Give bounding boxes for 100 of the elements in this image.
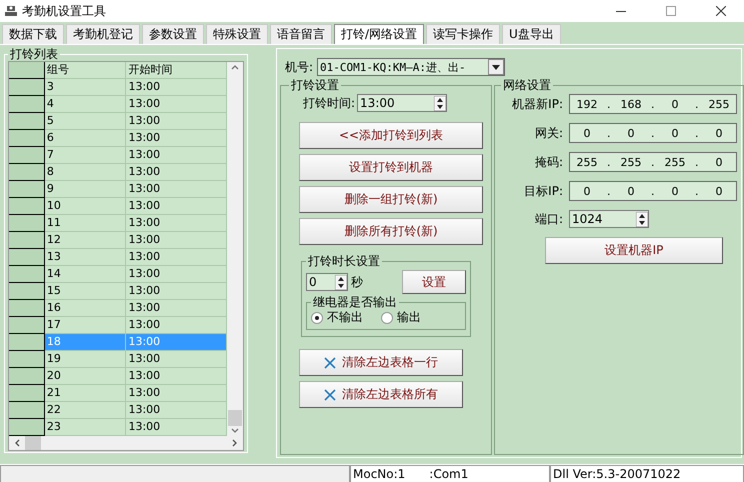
tab[interactable]: 考勤机登记 xyxy=(66,24,140,44)
table-cell[interactable]: 13:00 xyxy=(126,232,227,249)
set-button[interactable]: 设置 xyxy=(402,270,466,294)
clear-button[interactable]: 清除左边表格一行 xyxy=(299,349,463,376)
tab[interactable]: 数据下载 xyxy=(2,24,64,44)
row-header[interactable] xyxy=(9,249,45,266)
set-ip-button[interactable]: 设置机器IP xyxy=(545,237,723,264)
tab[interactable]: U盘导出 xyxy=(502,24,561,44)
radio-label[interactable]: 不输出 xyxy=(327,309,363,326)
row-header[interactable] xyxy=(9,385,45,402)
table-cell[interactable]: 13:00 xyxy=(126,79,227,96)
table-cell[interactable]: 7 xyxy=(44,147,126,164)
row-header[interactable] xyxy=(9,79,45,96)
row-header[interactable] xyxy=(9,368,45,385)
row-header[interactable] xyxy=(9,62,45,79)
table-cell[interactable]: 20 xyxy=(44,368,126,385)
row-header[interactable] xyxy=(9,113,45,130)
row-header[interactable] xyxy=(9,96,45,113)
table-cell[interactable]: 8 xyxy=(44,164,126,181)
tab[interactable]: 语音留言 xyxy=(270,24,332,44)
table-cell[interactable]: 16 xyxy=(44,300,126,317)
table-cell[interactable]: 13:00 xyxy=(126,181,227,198)
ip-field[interactable]: 255 . 255 . 255 . 0 xyxy=(569,152,737,172)
table-cell[interactable]: 13:00 xyxy=(126,317,227,334)
table-cell[interactable]: 13:00 xyxy=(126,300,227,317)
row-header[interactable] xyxy=(9,419,45,436)
table-cell[interactable]: 13:00 xyxy=(126,249,227,266)
tab[interactable]: 打铃/网络设置 xyxy=(334,24,424,44)
radio-label[interactable]: 输出 xyxy=(397,309,421,326)
row-header[interactable] xyxy=(9,198,45,215)
spin-icon[interactable] xyxy=(434,96,446,110)
scroll-right-icon[interactable] xyxy=(231,438,239,448)
ip-field[interactable]: 192 . 168 . 0 . 255 xyxy=(569,94,737,114)
table-cell[interactable]: 15 xyxy=(44,283,126,300)
ip-field[interactable]: 0 . 0 . 0 . 0 xyxy=(569,123,737,143)
spin-icon[interactable] xyxy=(636,212,648,226)
maximize-icon[interactable] xyxy=(666,6,676,16)
scroll-left-icon[interactable] xyxy=(13,438,21,448)
table-cell[interactable]: 12 xyxy=(44,232,126,249)
table-cell[interactable]: 13:00 xyxy=(126,402,227,419)
table-cell[interactable]: 4 xyxy=(44,96,126,113)
table-cell[interactable]: 13:00 xyxy=(126,130,227,147)
table-cell[interactable]: 13:00 xyxy=(126,215,227,232)
table-cell[interactable]: 13:00 xyxy=(126,147,227,164)
action-button[interactable]: 删除一组打铃(新) xyxy=(299,186,483,213)
row-header[interactable] xyxy=(9,215,45,232)
table-cell[interactable]: 13:00 xyxy=(126,164,227,181)
row-header[interactable] xyxy=(9,266,45,283)
table-cell[interactable]: 11 xyxy=(44,215,126,232)
table-cell[interactable]: 13:00 xyxy=(126,351,227,368)
table-cell[interactable]: 13:00 xyxy=(126,113,227,130)
table-cell[interactable]: 14 xyxy=(44,266,126,283)
row-header[interactable] xyxy=(9,334,45,351)
table-cell[interactable]: 13:00 xyxy=(126,96,227,113)
row-header[interactable] xyxy=(9,317,45,334)
table-cell[interactable]: 13:00 xyxy=(126,385,227,402)
table-cell[interactable]: 5 xyxy=(44,113,126,130)
port-field[interactable]: 1024 xyxy=(569,210,649,228)
seconds-field[interactable]: 0 xyxy=(306,273,348,291)
row-header[interactable] xyxy=(9,164,45,181)
row-header[interactable] xyxy=(9,181,45,198)
table-cell[interactable]: 22 xyxy=(44,402,126,419)
scroll-thumb[interactable] xyxy=(25,436,41,450)
column-header[interactable]: 组号 xyxy=(44,62,126,79)
ip-field[interactable]: 0 . 0 . 0 . 0 xyxy=(569,181,737,201)
row-header[interactable] xyxy=(9,147,45,164)
action-button[interactable]: <<添加打铃到列表 xyxy=(299,122,483,149)
caret-icon[interactable] xyxy=(492,64,500,70)
action-button[interactable]: 删除所有打铃(新) xyxy=(299,218,483,245)
table-cell[interactable]: 13:00 xyxy=(126,368,227,385)
table-cell[interactable]: 10 xyxy=(44,198,126,215)
table-cell[interactable]: 13:00 xyxy=(126,198,227,215)
table-cell[interactable]: 13:00 xyxy=(126,419,227,436)
column-header[interactable]: 开始时间 xyxy=(126,62,227,79)
table-cell[interactable]: 23 xyxy=(44,419,126,436)
machine-dropdown[interactable]: 01-COM1-KQ:KM—A:进、出- xyxy=(317,58,506,76)
row-header[interactable] xyxy=(9,351,45,368)
close-icon[interactable] xyxy=(716,6,726,16)
table-cell[interactable]: 21 xyxy=(44,385,126,402)
radio-button[interactable] xyxy=(381,312,393,324)
row-header[interactable] xyxy=(9,300,45,317)
row-header[interactable] xyxy=(9,402,45,419)
row-header[interactable] xyxy=(9,283,45,300)
table-cell[interactable]: 3 xyxy=(44,79,126,96)
tab[interactable]: 读写卡操作 xyxy=(426,24,500,44)
scroll-thumb[interactable] xyxy=(228,410,242,426)
action-button[interactable]: 设置打铃到机器 xyxy=(299,154,483,181)
tab[interactable]: 特殊设置 xyxy=(206,24,268,44)
row-header[interactable] xyxy=(9,232,45,249)
table-cell[interactable]: 13:00 xyxy=(126,266,227,283)
table-cell[interactable]: 19 xyxy=(44,351,126,368)
horizontal-scrollbar[interactable] xyxy=(9,436,243,450)
table-cell[interactable]: 9 xyxy=(44,181,126,198)
row-header[interactable] xyxy=(9,130,45,147)
table-cell[interactable]: 13 xyxy=(44,249,126,266)
minimize-icon[interactable] xyxy=(616,10,626,12)
radio-button[interactable] xyxy=(311,312,323,324)
vertical-scrollbar[interactable] xyxy=(227,62,243,436)
table-cell[interactable]: 17 xyxy=(44,317,126,334)
time-field[interactable]: 13:00 xyxy=(357,94,448,112)
